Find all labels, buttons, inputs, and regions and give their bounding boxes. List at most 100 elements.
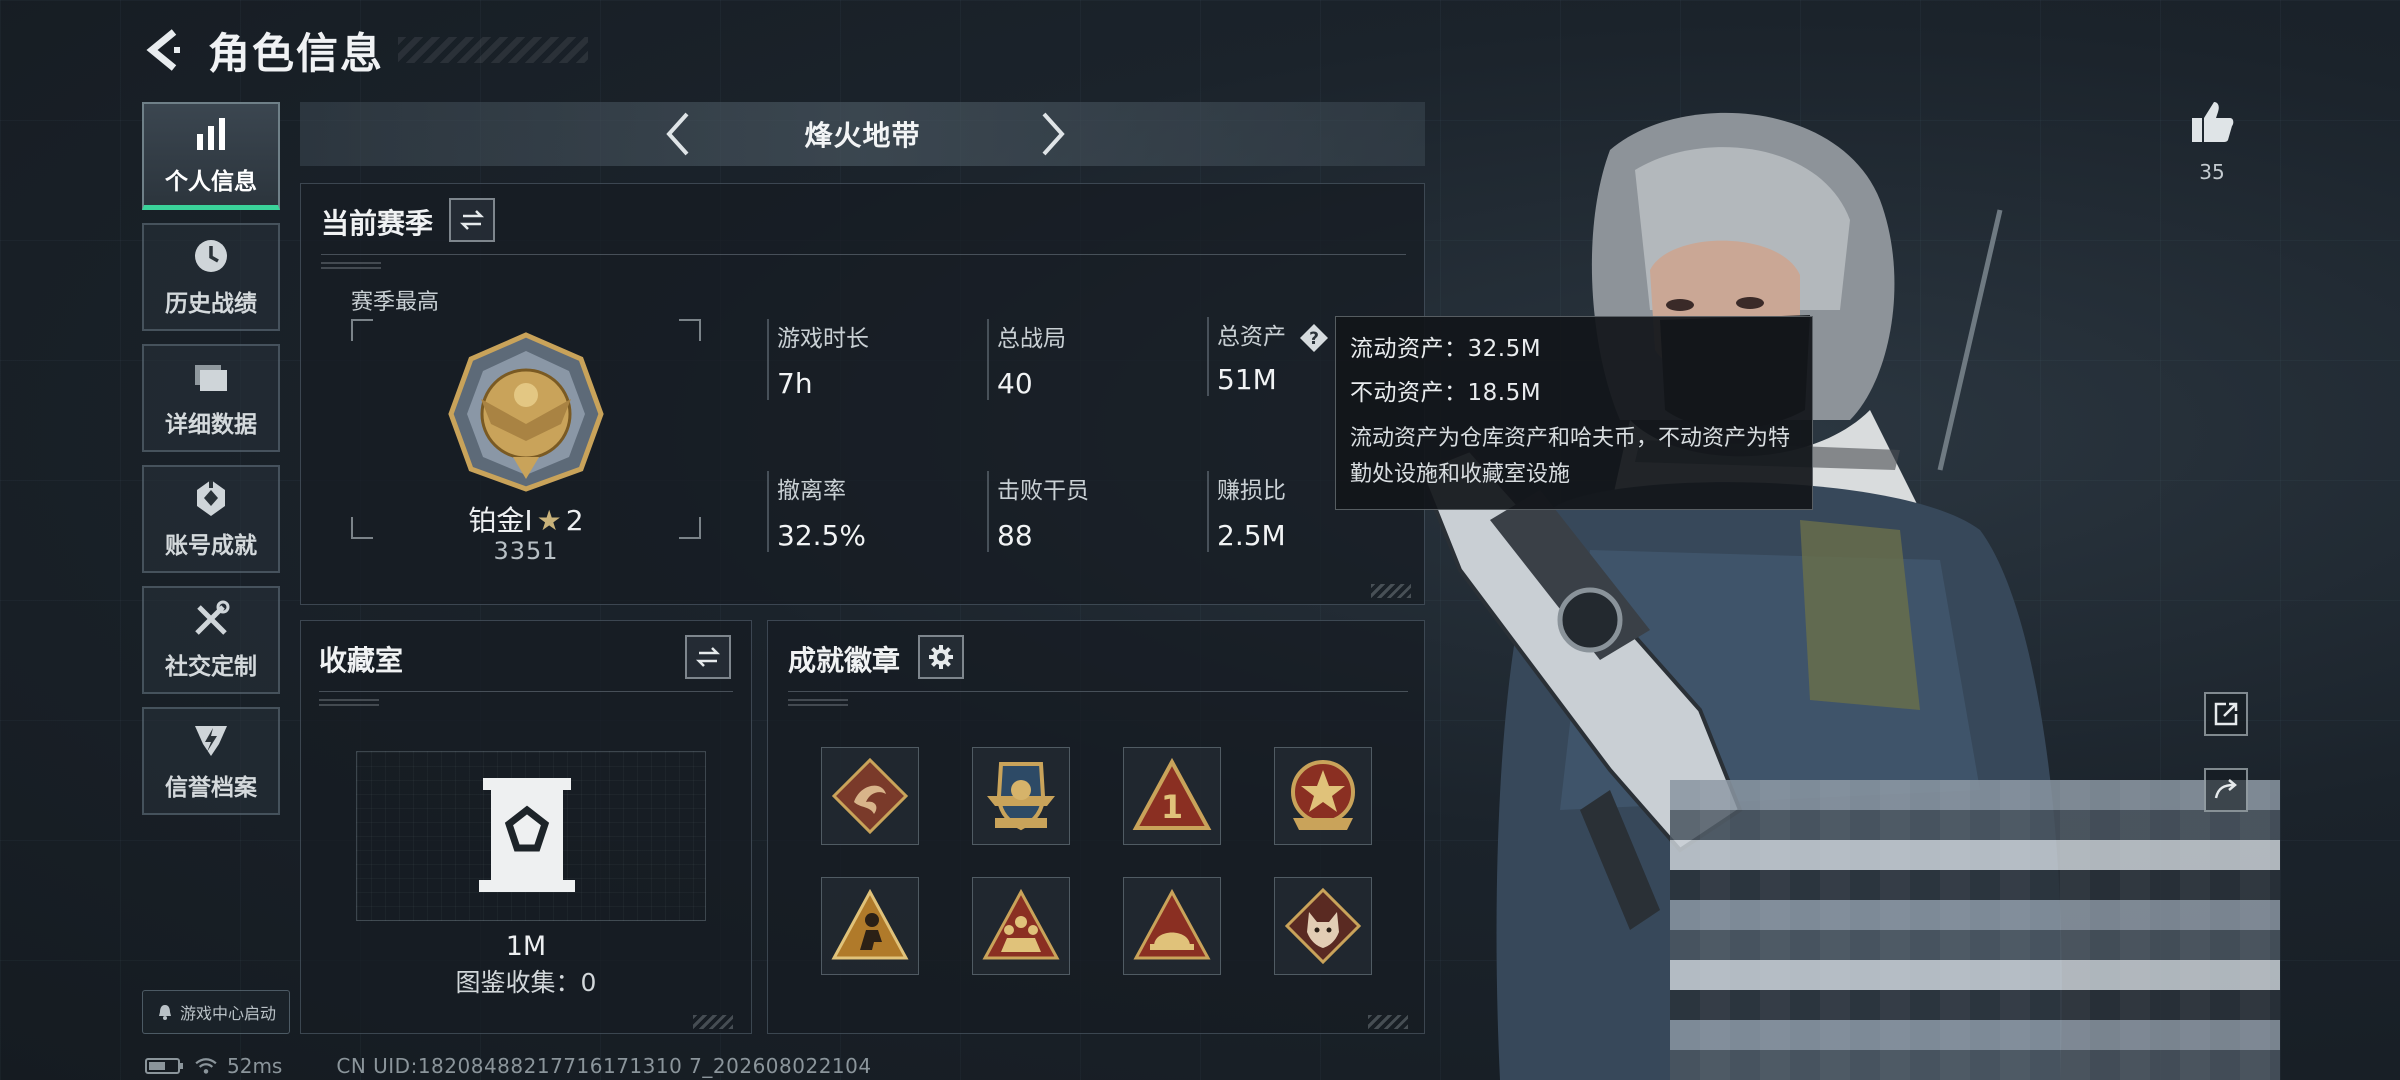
- stat-kills: 击败干员 88: [987, 471, 1089, 552]
- mode-selector: 烽火地带: [300, 102, 1425, 166]
- badge-slot[interactable]: [972, 877, 1070, 975]
- stat-total-matches: 总战局 40: [987, 319, 1066, 400]
- team-badge-icon: [982, 888, 1060, 960]
- dragon-badge-icon: [831, 757, 909, 835]
- like-count: 35: [2199, 160, 2225, 184]
- status-bar: 52ms CN UID:18208488217716171310 7_20260…: [145, 1054, 872, 1078]
- collection-switch-button[interactable]: [685, 635, 731, 679]
- badge-slot[interactable]: [1274, 877, 1372, 975]
- star-badge-icon: [1291, 760, 1355, 830]
- collection-display[interactable]: [356, 751, 706, 921]
- rank-tier: 铂金I: [468, 504, 533, 537]
- stat-extract-rate: 撤离率 32.5%: [767, 471, 866, 552]
- wifi-icon: [195, 1058, 217, 1074]
- panel-corner-mark: [1368, 1015, 1408, 1029]
- panel-corner-mark: [693, 1015, 733, 1029]
- badges-settings-button[interactable]: [918, 635, 964, 679]
- page-header: 角色信息: [140, 22, 589, 78]
- stat-total-assets: 总资产 ? 51M: [1207, 317, 1329, 396]
- rank-score: 3351: [493, 537, 559, 565]
- season-switch-button[interactable]: [449, 198, 495, 242]
- achievement-icon: [197, 480, 225, 516]
- switch-icon: [695, 647, 721, 667]
- previous-mode-arrow-icon[interactable]: [655, 110, 703, 158]
- gear-icon: [929, 645, 953, 669]
- pixelated-overlay: [1670, 780, 2280, 1080]
- svg-text:1: 1: [1161, 788, 1183, 826]
- ping-value: 52ms: [227, 1054, 283, 1078]
- badges-deco: [788, 699, 848, 709]
- helmet-badge-icon: [1133, 888, 1211, 960]
- nav-label: 详细数据: [165, 412, 257, 438]
- rank-frame: 铂金I ★ 2 3351: [351, 319, 701, 565]
- assets-tooltip: 流动资产：32.5M 不动资产：18.5M 流动资产为仓库资产和哈夫币，不动资产…: [1335, 316, 1813, 510]
- help-icon[interactable]: ?: [1299, 323, 1329, 353]
- stat-label: 总战局: [997, 326, 1066, 352]
- next-mode-arrow-icon[interactable]: [1028, 110, 1076, 158]
- badges-panel: 成就徽章 1: [767, 620, 1425, 1034]
- season-panel: 当前赛季 赛季最高 铂金I ★ 2 3351 游戏时长 7h 总战局 40 总资…: [300, 183, 1425, 605]
- nav-item-detailed-data[interactable]: 详细数据: [142, 344, 280, 452]
- season-title: 当前赛季: [321, 207, 434, 240]
- badges-divider: [788, 691, 1408, 692]
- season-best-label: 赛季最高: [351, 290, 440, 315]
- wings-badge-icon: [987, 762, 1055, 831]
- stat-value: 7h: [777, 367, 813, 400]
- stat-label: 撤离率: [777, 478, 846, 504]
- nav-label: 社交定制: [165, 654, 257, 680]
- uid-text: CN UID:18208488217716171310 7_2026080221…: [336, 1054, 872, 1078]
- collection-panel: 收藏室 1M 图鉴收集：0: [300, 620, 752, 1034]
- thumbs-up-icon[interactable]: [2188, 98, 2236, 146]
- rank-name: 铂金I ★ 2: [351, 499, 701, 539]
- collection-value: 1M: [505, 931, 547, 962]
- nav-item-credit[interactable]: 信誉档案: [142, 707, 280, 815]
- stat-value: 2.5M: [1217, 519, 1286, 552]
- badge-slot[interactable]: 1: [1123, 747, 1221, 845]
- frame-corner: [679, 319, 701, 341]
- collection-title: 收藏室: [319, 644, 404, 677]
- folder-icon: [195, 365, 227, 391]
- rank-stars: 2: [565, 504, 584, 537]
- nav-label: 信誉档案: [165, 775, 257, 801]
- nav-label: 账号成就: [165, 533, 257, 559]
- stat-value: 51M: [1217, 362, 1277, 396]
- game-center-label: 游戏中心启动: [179, 1004, 276, 1023]
- tooltip-description: 流动资产为仓库资产和哈夫币，不动资产为特勤处设施和收藏室设施: [1350, 426, 1791, 487]
- rank-emblem-icon: [448, 332, 604, 492]
- battery-icon: [145, 1058, 183, 1074]
- stat-label: 击败干员: [997, 478, 1089, 504]
- share-icon: [2214, 702, 2238, 726]
- star-icon: ★: [536, 504, 562, 537]
- nav-label: 历史战绩: [165, 291, 257, 317]
- season-divider: [321, 254, 1406, 255]
- forward-button[interactable]: [2204, 768, 2248, 812]
- tools-icon: [195, 600, 230, 635]
- collection-divider: [319, 691, 733, 692]
- wolf-badge-icon: [1284, 887, 1362, 965]
- stat-label: 游戏时长: [777, 326, 869, 352]
- nav-item-achievements[interactable]: 账号成就: [142, 465, 280, 573]
- sitting-figure-badge-icon: [831, 888, 909, 960]
- tooltip-fixed-assets: 不动资产：18.5M: [1350, 380, 1542, 406]
- page-title: 角色信息: [208, 28, 385, 78]
- share-button[interactable]: [2204, 692, 2248, 736]
- nav-item-history[interactable]: 历史战绩: [142, 223, 280, 331]
- stat-profit-ratio: 赚损比 2.5M: [1207, 471, 1286, 552]
- nav-item-personal-info[interactable]: 个人信息: [142, 102, 280, 210]
- back-arrow-icon[interactable]: [140, 26, 188, 74]
- badge-slot[interactable]: [1123, 877, 1221, 975]
- svg-text:?: ?: [1309, 329, 1319, 349]
- side-navigation: 个人信息 历史战绩 详细数据 账号成就 社交定制 信誉档案: [142, 102, 280, 828]
- stat-play-time: 游戏时长 7h: [767, 319, 869, 400]
- badge-slot[interactable]: [821, 747, 919, 845]
- badge-slot[interactable]: [972, 747, 1070, 845]
- switch-icon: [459, 210, 485, 230]
- game-center-launch-button[interactable]: 游戏中心启动: [142, 990, 290, 1034]
- badge-slot[interactable]: [1274, 747, 1372, 845]
- season-deco: [321, 262, 381, 272]
- number-one-badge-icon: 1: [1132, 757, 1212, 830]
- collection-count: 图鉴收集：0: [455, 968, 597, 997]
- credit-icon: [195, 726, 227, 756]
- badge-slot[interactable]: [821, 877, 919, 975]
- nav-item-social[interactable]: 社交定制: [142, 586, 280, 694]
